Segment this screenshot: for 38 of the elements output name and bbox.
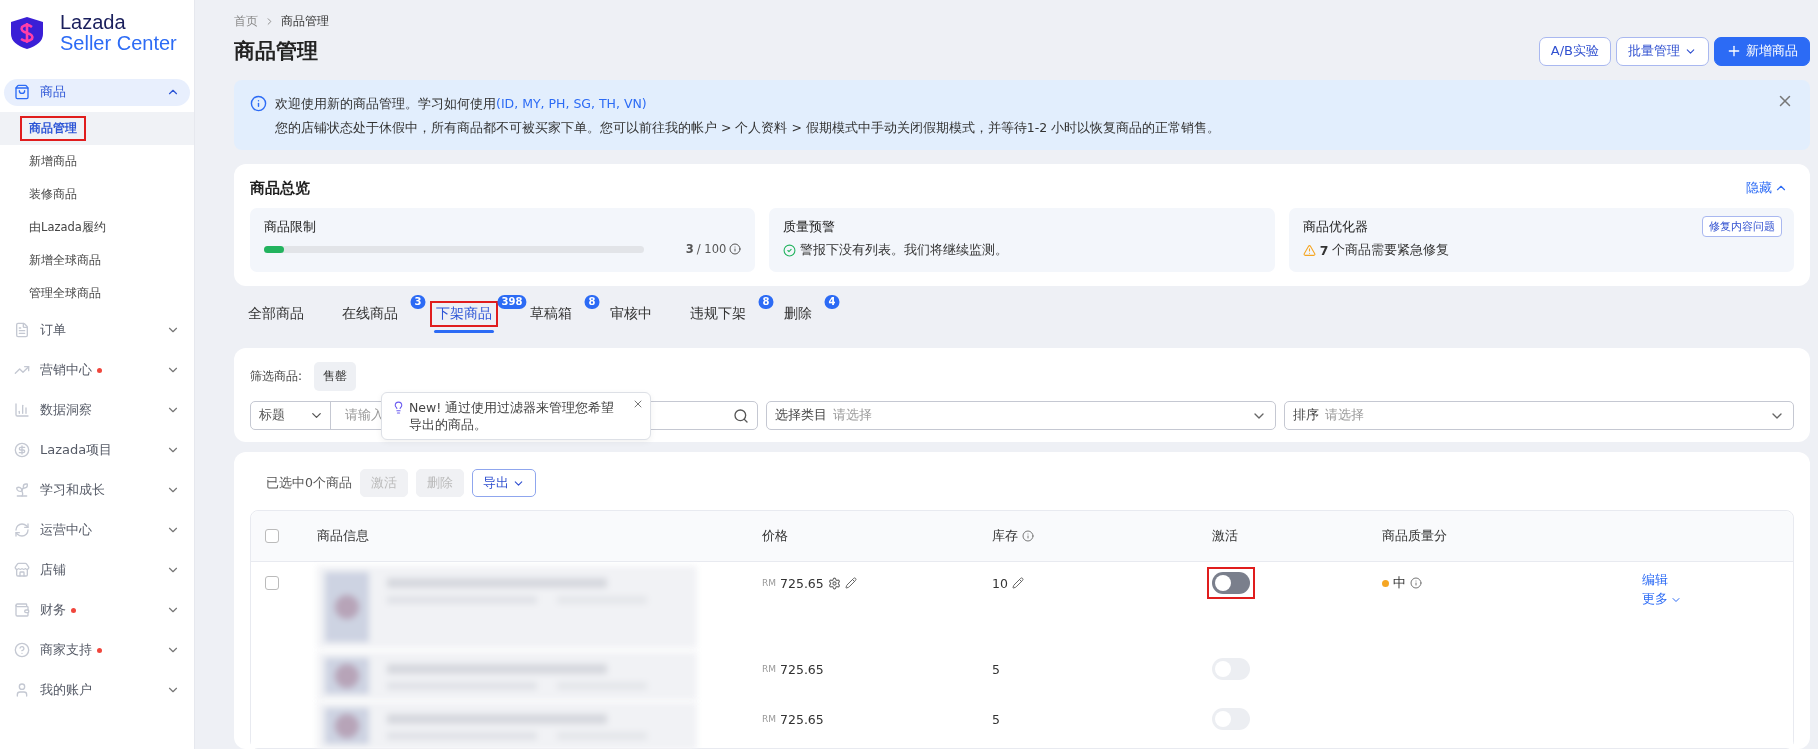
- stock-value: 5: [992, 711, 1000, 727]
- tile-title: 商品优化器: [1302, 218, 1368, 236]
- count-badge: 3: [410, 295, 426, 309]
- quality-score: 中: [1393, 574, 1406, 592]
- card-title: 商品总览: [250, 178, 310, 198]
- price-value: 725.65: [780, 711, 824, 727]
- column-header: 激活: [1212, 527, 1238, 545]
- selection-count: 已选中0个商品: [266, 474, 352, 492]
- column-header: 商品质量分: [1382, 527, 1447, 545]
- notice-text: 您的店铺状态处于休假中，所有商品都不可被买家下单。您可以前往我的帐户 > 个人资料 > 假期模式中手动关闭假期模式，并等待1-2 小时以恢复商品的正常销售。: [275, 119, 1221, 137]
- page-title: 商品管理: [234, 38, 318, 65]
- limit-count: 3: [685, 242, 694, 256]
- breadcrumb-current: 商品管理: [281, 12, 329, 30]
- column-header: 商品信息: [317, 527, 369, 545]
- column-header: 库存: [992, 527, 1018, 545]
- count-badge: 398: [497, 295, 527, 309]
- column-header: 价格: [762, 527, 788, 545]
- logo-subtitle: Seller Center: [60, 33, 177, 54]
- price-value: 725.65: [780, 575, 824, 591]
- currency-label: RM: [762, 664, 777, 674]
- logo-title: Lazada: [60, 12, 127, 33]
- tile-title: 质量预警: [783, 218, 836, 236]
- stock-value: 5: [992, 661, 1000, 677]
- tile-message: 警报下没有列表。我们将继续监测。: [800, 242, 1009, 259]
- count-badge: 4: [824, 295, 840, 309]
- notice-text: 欢迎使用新的商品管理。学习如何使用: [275, 96, 496, 111]
- tile-title: 商品限制: [264, 218, 316, 236]
- currency-label: RM: [762, 714, 777, 724]
- count-badge: 8: [584, 295, 600, 309]
- limit-total: / 100: [696, 242, 727, 256]
- count-badge: 8: [758, 295, 774, 309]
- warning-count: 7: [1319, 243, 1329, 258]
- filter-label: 筛选商品:: [250, 368, 303, 385]
- currency-label: RM: [762, 578, 777, 588]
- stock-value: 10: [992, 575, 1008, 591]
- price-value: 725.65: [780, 661, 824, 677]
- tooltip-text: New! 通过使用过滤器来管理您希望导出的商品。: [409, 399, 616, 433]
- tile-message: 个商品需要紧急修复: [1332, 242, 1450, 259]
